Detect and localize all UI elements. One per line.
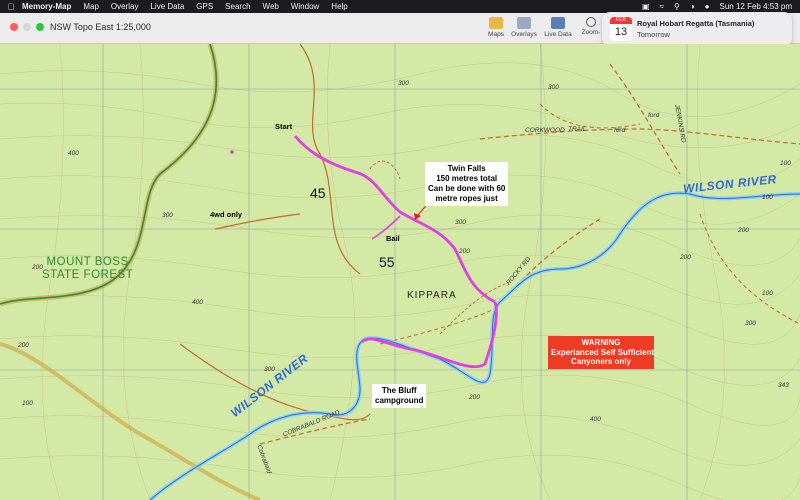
zoom-icon	[586, 17, 596, 27]
contour-label: 200	[32, 264, 43, 271]
menu-live-data[interactable]: Live Data	[150, 0, 184, 13]
contour-label: 400	[68, 150, 79, 157]
contour-label: 200	[459, 248, 470, 255]
contour-label: 100	[780, 160, 791, 167]
overlays-icon	[517, 17, 531, 29]
close-button[interactable]	[10, 23, 18, 31]
contour-label: 400	[590, 416, 601, 423]
twin-falls-line-4: metre ropes just	[435, 194, 498, 203]
road-trail: TRAIL	[568, 126, 587, 133]
window-title: NSW Topo East 1:25,000	[50, 22, 151, 32]
display-icon[interactable]: ▣	[642, 2, 650, 11]
track-1	[369, 160, 401, 180]
twin-falls-callout: Twin Falls 150 metres total Can be done …	[425, 162, 509, 206]
zoom-button[interactable]	[36, 23, 44, 31]
contour-label: 300	[745, 320, 756, 327]
callout-arrowhead	[414, 213, 421, 220]
region-line-1: MOUNT BOSS	[46, 256, 129, 268]
contour-label: 300	[455, 219, 466, 226]
twin-falls-line-3: Can be done with 60	[428, 184, 506, 193]
kippara-label: KIPPARA	[407, 290, 457, 301]
warning-line-3: Canyoners only	[570, 357, 631, 366]
menu-web[interactable]: Web	[263, 0, 279, 13]
contour-label: 300	[548, 84, 559, 91]
zoom-label: Zoom-	[581, 29, 601, 36]
wilson-river	[148, 191, 800, 500]
menu-window[interactable]: Window	[291, 0, 319, 13]
maps-label: Maps	[488, 31, 504, 38]
overlays-label: Overlays	[511, 31, 537, 38]
maps-icon	[489, 17, 503, 29]
contour-label: 200	[469, 394, 480, 401]
contour-label: 300	[398, 80, 409, 87]
region-line-2: STATE FOREST	[42, 269, 134, 281]
bluff-campground-callout: The Bluff campground	[372, 384, 427, 408]
contour-label: 300	[264, 366, 275, 373]
bluff-line-2: campground	[375, 396, 424, 405]
contour-label: 300	[162, 212, 173, 219]
contour-label: 200	[18, 342, 29, 349]
contour-label: 100	[762, 194, 773, 201]
wifi-icon[interactable]: ≈	[660, 2, 664, 11]
forest-boundary-south	[0, 342, 261, 500]
calendar-day: 13	[614, 26, 628, 38]
menu-overlay[interactable]: Overlay	[111, 0, 139, 13]
start-label: Start	[275, 122, 293, 131]
menu-help[interactable]: Help	[331, 0, 347, 13]
contour-label: 343	[778, 382, 789, 389]
live-data-label: Live Data	[544, 31, 572, 38]
menu-map[interactable]: Map	[83, 0, 99, 13]
search-icon[interactable]: ⚲	[674, 2, 680, 11]
grid-number-45: 45	[310, 185, 326, 201]
ford-label-2: ford	[648, 112, 660, 119]
menu-app-name[interactable]: Memory-Map	[22, 0, 71, 13]
contour-label: 400	[192, 299, 203, 306]
grid-number-55: 55	[379, 254, 395, 270]
contour-label: 100	[22, 400, 33, 407]
map-point	[230, 150, 234, 154]
state-forest-label: MOUNT BOSS STATE FOREST	[42, 256, 133, 282]
contour-label: 200	[738, 227, 749, 234]
map-canvas[interactable]: Start Bail Twin Falls 150 metres total C…	[0, 44, 800, 500]
twin-falls-line-1: Twin Falls	[447, 164, 486, 173]
warning-box: WARNING Experianced Self Sufficient Cany…	[548, 336, 654, 369]
apple-icon[interactable]: 	[0, 2, 22, 12]
menu-search[interactable]: Search	[225, 0, 250, 13]
contour-label: 200	[680, 254, 691, 261]
calendar-notification[interactable]: FEB 13 Royal Hobart Regatta (Tasmania) T…	[602, 12, 792, 46]
menu-gps[interactable]: GPS	[196, 0, 213, 13]
contour-label: 100	[762, 290, 773, 297]
clock[interactable]: Sun 12 Feb 4:53 pm	[720, 2, 793, 11]
twin-falls-line-2: 150 metres total	[436, 174, 498, 183]
notification-subtitle: Tomorrow	[637, 30, 670, 39]
control-center-icon[interactable]: ◑	[690, 2, 695, 11]
warning-line-1: WARNING	[581, 338, 621, 347]
fourwd-label: 4wd only	[210, 210, 243, 219]
bail-label: Bail	[386, 234, 400, 243]
minimize-button[interactable]	[23, 23, 31, 31]
road-corkwood: CORKWOOD	[525, 127, 565, 134]
warning-line-2: Experianced Self Sufficient	[551, 347, 655, 357]
live-data-button[interactable]: Live Data	[541, 17, 575, 38]
window-controls	[10, 23, 49, 31]
notification-title: Royal Hobart Regatta (Tasmania)	[637, 19, 755, 28]
bluff-line-1: The Bluff	[381, 386, 417, 395]
user-icon[interactable]: ●	[705, 2, 710, 11]
calendar-month: FEB	[610, 17, 632, 24]
ford-label-1: ford	[614, 127, 626, 134]
overlays-button[interactable]: Overlays	[507, 17, 541, 38]
calendar-icon: FEB 13	[610, 17, 632, 41]
live-data-icon	[551, 17, 565, 29]
